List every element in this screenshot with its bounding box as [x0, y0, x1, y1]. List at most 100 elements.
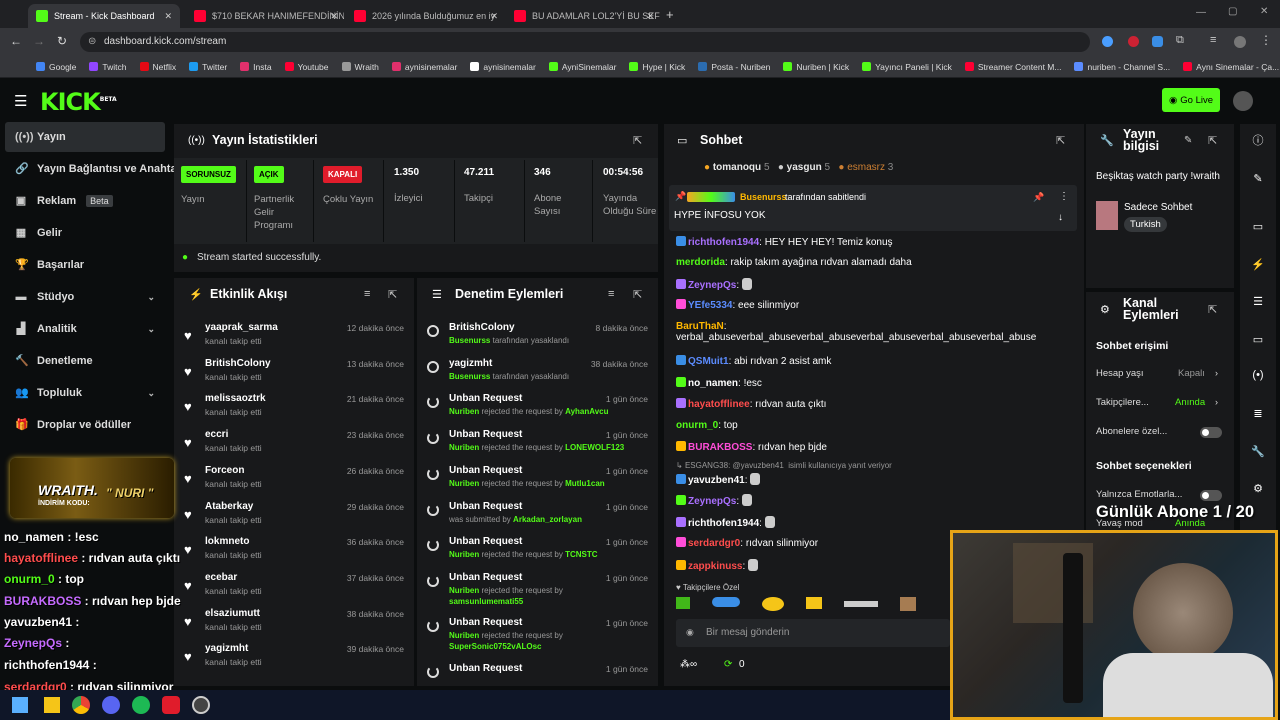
bookmark-item[interactable]: Aynı Sinemalar - Ça...	[1183, 62, 1279, 72]
chrome-icon[interactable]	[72, 696, 90, 714]
chat-input[interactable]: ◉ Bir mesaj gönderin	[676, 619, 950, 647]
browser-menu-icon[interactable]: ⋮	[1260, 33, 1272, 47]
bookmark-item[interactable]: Nuriben | Kick	[783, 62, 849, 72]
chat-username[interactable]: yavuzben41	[688, 475, 745, 486]
sidebar-item-achievements[interactable]: 🏆 Başarılar	[5, 250, 165, 280]
chat-username[interactable]: merdorida	[676, 257, 725, 268]
wrench-icon[interactable]: 🔧	[1244, 437, 1272, 465]
forward-icon[interactable]: →	[33, 34, 45, 48]
obs-icon[interactable]	[192, 696, 210, 714]
chat-username[interactable]: richthofen1944	[688, 518, 759, 529]
emote-icon[interactable]	[762, 597, 784, 611]
sidebar-item-moderation[interactable]: 🔨 Denetleme	[5, 346, 165, 376]
sidebar-item-analytics[interactable]: ▟ Analitik ⌄	[5, 314, 165, 344]
expand-arrow-icon[interactable]: ↓	[1058, 212, 1063, 223]
chat-username[interactable]: serdardgr0	[688, 538, 740, 549]
kick-logo[interactable]: KICKBETA	[40, 88, 117, 116]
popout-icon[interactable]: ⇱	[1208, 303, 1217, 316]
unpin-icon[interactable]: 📌	[1033, 192, 1044, 203]
tab-youtube-2[interactable]: 2026 yılında Bulduğumuz en iy ✕	[346, 4, 504, 28]
popout-icon[interactable]: ⇱	[1056, 134, 1065, 147]
popout-icon[interactable]: ⇱	[388, 288, 397, 301]
filter-icon[interactable]: ≡	[608, 288, 614, 300]
chat-username[interactable]: BaruThaN	[676, 321, 724, 332]
tab-youtube-3[interactable]: BU ADAMLAR LOL2'Yİ BU SEFER ✕	[506, 4, 660, 28]
bookmark-item[interactable]: Posta - Nuriben	[698, 62, 770, 72]
emote-icon[interactable]	[900, 597, 916, 611]
discord-icon[interactable]	[102, 696, 120, 714]
sidebar-item-drops[interactable]: 🎁 Droplar ve ödüller	[5, 410, 165, 440]
app-icon[interactable]	[162, 696, 180, 714]
bookmark-item[interactable]: Insta	[240, 62, 272, 72]
settings-icon[interactable]: ⁂∞	[680, 659, 697, 670]
popout-icon[interactable]: ⇱	[1208, 134, 1217, 147]
media-control-icon[interactable]: ≡	[1210, 34, 1216, 46]
popout-icon[interactable]: ⇱	[633, 288, 642, 301]
broadcast-icon[interactable]: (•)	[1244, 361, 1272, 389]
back-icon[interactable]: ←	[10, 34, 22, 48]
bookmark-item[interactable]: AyniSinemalar	[548, 62, 616, 72]
sliders-icon[interactable]: ⚙	[1244, 474, 1272, 502]
popout-icon[interactable]: ⇱	[633, 134, 642, 147]
chat-username[interactable]: hayatofflinee	[688, 399, 750, 410]
maximize-icon[interactable]: ▢	[1228, 6, 1237, 17]
lightning-icon[interactable]: ⚡	[1244, 250, 1272, 278]
chevron-right-icon[interactable]: ›	[1215, 368, 1218, 378]
chat-username[interactable]: BURAKBOSS	[688, 442, 752, 453]
bookmark-item[interactable]: Twitch	[89, 62, 127, 72]
sidebar-item-stream-link[interactable]: 🔗 Yayın Bağlantısı ve Anahtar	[5, 154, 181, 184]
bookmark-item[interactable]: Yayıncı Paneli | Kick	[862, 62, 952, 72]
sidebar-item-studio[interactable]: ▬ Stüdyo ⌄	[5, 282, 165, 312]
tab-youtube-1[interactable]: $710 BEKAR HANIMEFENDİNİN ✕	[186, 4, 344, 28]
filter-icon[interactable]: ≡	[364, 288, 370, 300]
extension-icon[interactable]	[1102, 36, 1113, 47]
emote-icon[interactable]	[806, 597, 822, 609]
stack-icon[interactable]: ≣	[1244, 399, 1272, 427]
extension-icon[interactable]	[1152, 36, 1163, 47]
emote-icon[interactable]	[712, 597, 740, 607]
tv-icon[interactable]: ▭	[1244, 212, 1272, 240]
chat-username[interactable]: zappkinuss	[688, 561, 742, 572]
edit-pencil-icon[interactable]: ✎	[1184, 135, 1192, 146]
bookmark-item[interactable]: aynisinemalar	[470, 62, 536, 72]
emote-only-toggle[interactable]	[1200, 490, 1222, 501]
user-avatar[interactable]	[1233, 91, 1253, 111]
extensions-puzzle-icon[interactable]: ⧉	[1176, 34, 1184, 47]
followers-value[interactable]: Anında	[1175, 397, 1205, 408]
chevron-right-icon[interactable]: ›	[1215, 397, 1218, 407]
more-icon[interactable]: ⋮	[1059, 191, 1069, 202]
chat-username[interactable]: ZeynepQs	[688, 280, 736, 291]
minimize-icon[interactable]: —	[1196, 7, 1206, 18]
bookmark-item[interactable]: Wraith	[341, 62, 379, 72]
window-close-icon[interactable]: ✕	[1260, 6, 1268, 17]
chat-username[interactable]: ZeynepQs	[688, 496, 736, 507]
bookmark-item[interactable]: Streamer Content M...	[964, 62, 1061, 72]
bookmark-item[interactable]: Hype | Kick	[629, 62, 685, 72]
reload-icon[interactable]: ↻	[57, 34, 67, 48]
close-icon[interactable]: ✕	[490, 11, 498, 22]
chat-username[interactable]: QSMuit1	[688, 356, 729, 367]
chat-username[interactable]: onurm_0	[676, 420, 718, 431]
emote-icon[interactable]	[676, 597, 690, 609]
spotify-icon[interactable]	[132, 696, 150, 714]
site-info-icon[interactable]: ⊜	[88, 32, 96, 52]
account-age-value[interactable]: Kapalı	[1178, 368, 1205, 379]
close-icon[interactable]: ✕	[330, 11, 338, 22]
bookmark-item[interactable]: aynisinemalar	[391, 62, 457, 72]
sidebar-item-ads[interactable]: ▣ Reklam Beta	[5, 186, 165, 216]
close-icon[interactable]: ✕	[164, 11, 172, 22]
chat-icon[interactable]: ▭	[1244, 325, 1272, 353]
tab-kick-dashboard[interactable]: Stream - Kick Dashboard ✕	[28, 4, 180, 28]
list-icon[interactable]: ☰	[1244, 287, 1272, 315]
url-input[interactable]: ⊜ dashboard.kick.com/stream	[80, 32, 1090, 52]
profile-avatar[interactable]	[1234, 36, 1246, 48]
chat-username[interactable]: richthofen1944	[688, 237, 759, 248]
menu-icon[interactable]: ☰	[14, 92, 27, 110]
windows-start-icon[interactable]	[12, 697, 28, 713]
bookmark-item[interactable]: Twitter	[189, 62, 227, 72]
sidebar-item-community[interactable]: 👥 Topluluk ⌄	[5, 378, 165, 408]
go-live-button[interactable]: ◉ Go Live	[1162, 88, 1220, 112]
chat-username[interactable]: no_namen	[688, 378, 738, 389]
bookmark-item[interactable]: Youtube	[284, 62, 329, 72]
emote-icon[interactable]	[844, 601, 878, 607]
